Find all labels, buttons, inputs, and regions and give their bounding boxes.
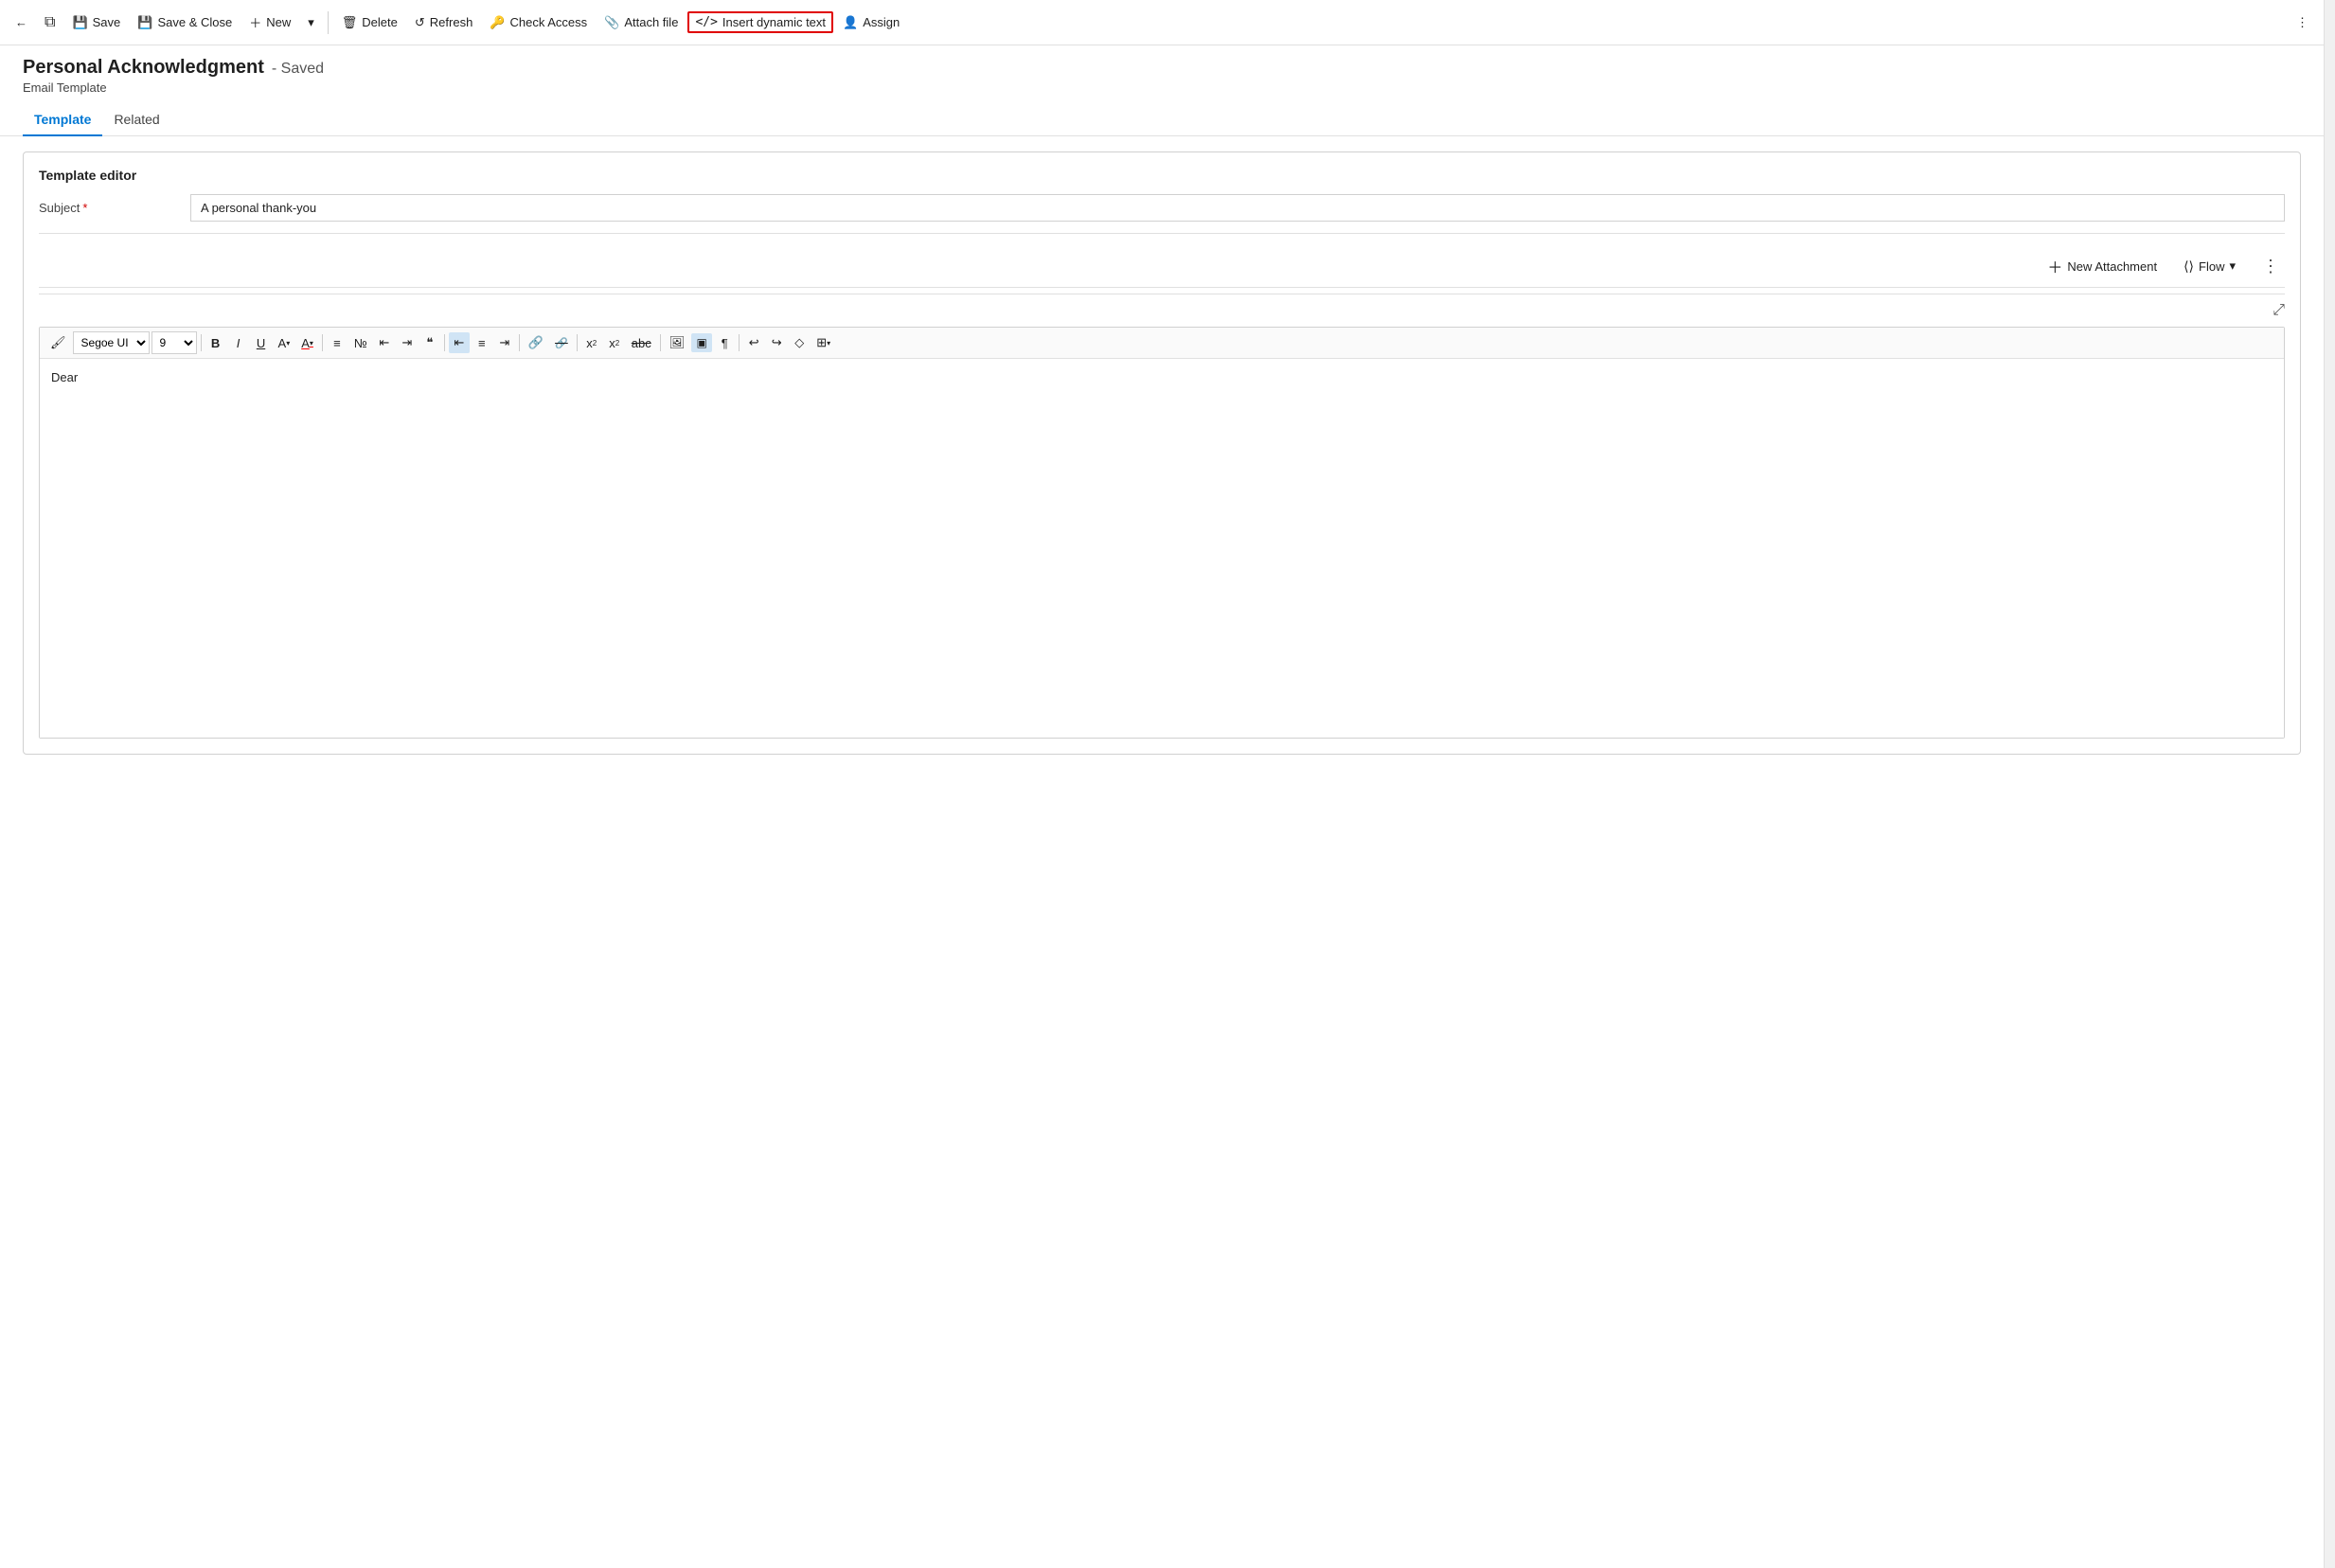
align-center-button[interactable]: ≡ (472, 333, 492, 353)
check-access-icon: 🔑 (490, 15, 505, 30)
delete-icon: 🗑 (342, 15, 358, 30)
insert-table-button[interactable]: ⊞▾ (811, 332, 835, 353)
page-title: Personal Acknowledgment (23, 57, 264, 79)
flow-dropdown-icon: ▾ (2229, 258, 2236, 274)
subject-input[interactable] (190, 194, 2285, 222)
underline-button[interactable]: U (251, 333, 272, 353)
italic-button[interactable]: I (228, 333, 249, 353)
rte-sep-5 (577, 334, 578, 351)
expand-button[interactable]: ⤢ (2273, 302, 2285, 319)
assign-icon: 👤 (843, 15, 858, 30)
toolbar-divider-1 (328, 11, 329, 34)
insert-dynamic-text-button[interactable]: </> Insert dynamic text (687, 11, 833, 33)
bold-button[interactable]: B (205, 333, 226, 353)
tabs-container: Template Related (0, 104, 2324, 136)
saved-status: - Saved (272, 61, 324, 78)
required-indicator: * (82, 201, 87, 215)
align-left-button[interactable]: ⇤ (449, 332, 470, 353)
insert-link-button[interactable]: 🔗 (524, 332, 548, 353)
undo-button[interactable]: ↩ (743, 332, 764, 353)
rte-body[interactable]: Dear (40, 359, 2284, 738)
popup-button[interactable]: ⧉ (37, 10, 62, 35)
blockquote-button[interactable]: ❝ (419, 332, 440, 353)
refresh-icon: ↺ (415, 15, 425, 30)
insert-field-button[interactable]: ▣ (691, 333, 712, 352)
new-dropdown-button[interactable]: ▾ (300, 11, 322, 34)
decrease-indent-button[interactable]: ⇤ (374, 332, 395, 353)
rte-sep-7 (739, 334, 740, 351)
template-editor-title: Template editor (39, 168, 2285, 183)
plus-icon: ＋ (2047, 255, 2062, 277)
font-size-select[interactable]: 9 (152, 331, 197, 354)
popup-icon: ⧉ (45, 14, 55, 31)
new-icon: ＋ (249, 13, 261, 31)
editor-action-row: ＋ New Attachment ⟨⟩ Flow ▾ ⋮ (39, 245, 2285, 288)
remove-link-button[interactable]: 🔗 (550, 334, 573, 352)
rte-toolbar: 🖌 Segoe UI 9 B I (40, 328, 2284, 359)
redo-button[interactable]: ↪ (766, 332, 787, 353)
flow-icon: ⟨⟩ (2183, 258, 2194, 275)
rich-text-editor: 🖌 Segoe UI 9 B I (39, 327, 2285, 739)
page-header: Personal Acknowledgment - Saved Email Te… (0, 45, 2324, 95)
check-access-button[interactable]: 🔑 Check Access (482, 11, 595, 34)
editor-more-button[interactable]: ⋮ (2256, 253, 2285, 280)
subject-row: Subject * (39, 194, 2285, 234)
strikethrough-button[interactable]: abc (627, 333, 656, 353)
numbering-button[interactable]: № (349, 333, 372, 353)
assign-button[interactable]: 👤 Assign (835, 11, 907, 34)
scroll-bar[interactable] (2324, 0, 2335, 1568)
insert-image-button[interactable]: 🖼 (665, 332, 690, 353)
paragraph-button[interactable]: ¶ (714, 333, 735, 353)
main-content: Template editor Subject * ＋ New Attachme… (0, 136, 2324, 770)
new-attachment-button[interactable]: ＋ New Attachment (2041, 251, 2163, 281)
more-options-button[interactable]: ⋮ (2289, 11, 2316, 34)
superscript-button[interactable]: x2 (581, 333, 602, 353)
page-subtitle: Email Template (23, 80, 2301, 95)
align-right-button[interactable]: ⇥ (494, 332, 515, 353)
attach-file-icon: 📎 (604, 15, 619, 30)
subscript-button[interactable]: x2 (604, 333, 625, 353)
chevron-down-icon: ▾ (308, 15, 314, 30)
highlight-button[interactable]: A▾ (274, 333, 295, 353)
tab-related[interactable]: Related (102, 104, 170, 136)
back-icon: ← (15, 15, 27, 29)
flow-button[interactable]: ⟨⟩ Flow ▾ (2178, 255, 2241, 278)
rte-sep-1 (201, 334, 202, 351)
template-editor: Template editor Subject * ＋ New Attachme… (23, 151, 2301, 755)
rte-sep-6 (660, 334, 661, 351)
subject-label: Subject * (39, 201, 190, 215)
more-icon: ⋮ (2296, 15, 2308, 30)
bullets-button[interactable]: ≡ (327, 333, 348, 353)
font-family-select[interactable]: Segoe UI (73, 331, 150, 354)
expand-row: ⤢ (39, 298, 2285, 323)
code-icon: </> (695, 15, 717, 29)
save-button[interactable]: 💾 Save (64, 11, 128, 34)
font-color-button[interactable]: A▾ (296, 333, 318, 353)
tab-template[interactable]: Template (23, 104, 102, 136)
delete-button[interactable]: 🗑 Delete (334, 11, 405, 34)
main-toolbar: ← ⧉ 💾 Save 💾 Save & Close ＋ New ▾ � (0, 0, 2324, 45)
rte-sep-2 (322, 334, 323, 351)
rte-sep-4 (519, 334, 520, 351)
save-close-icon: 💾 (137, 15, 152, 30)
attach-file-button[interactable]: 📎 Attach file (597, 11, 686, 34)
expand-icon: ⤢ (2273, 302, 2285, 318)
new-button[interactable]: ＋ New (241, 9, 298, 35)
save-icon: 💾 (72, 15, 87, 30)
format-brush-button[interactable]: 🖌 (45, 332, 71, 353)
back-button[interactable]: ← (8, 11, 35, 33)
rte-sep-3 (444, 334, 445, 351)
clear-button[interactable]: ◇ (789, 332, 810, 353)
save-close-button[interactable]: 💾 Save & Close (130, 11, 240, 34)
refresh-button[interactable]: ↺ Refresh (407, 11, 480, 34)
increase-indent-button[interactable]: ⇥ (397, 332, 418, 353)
